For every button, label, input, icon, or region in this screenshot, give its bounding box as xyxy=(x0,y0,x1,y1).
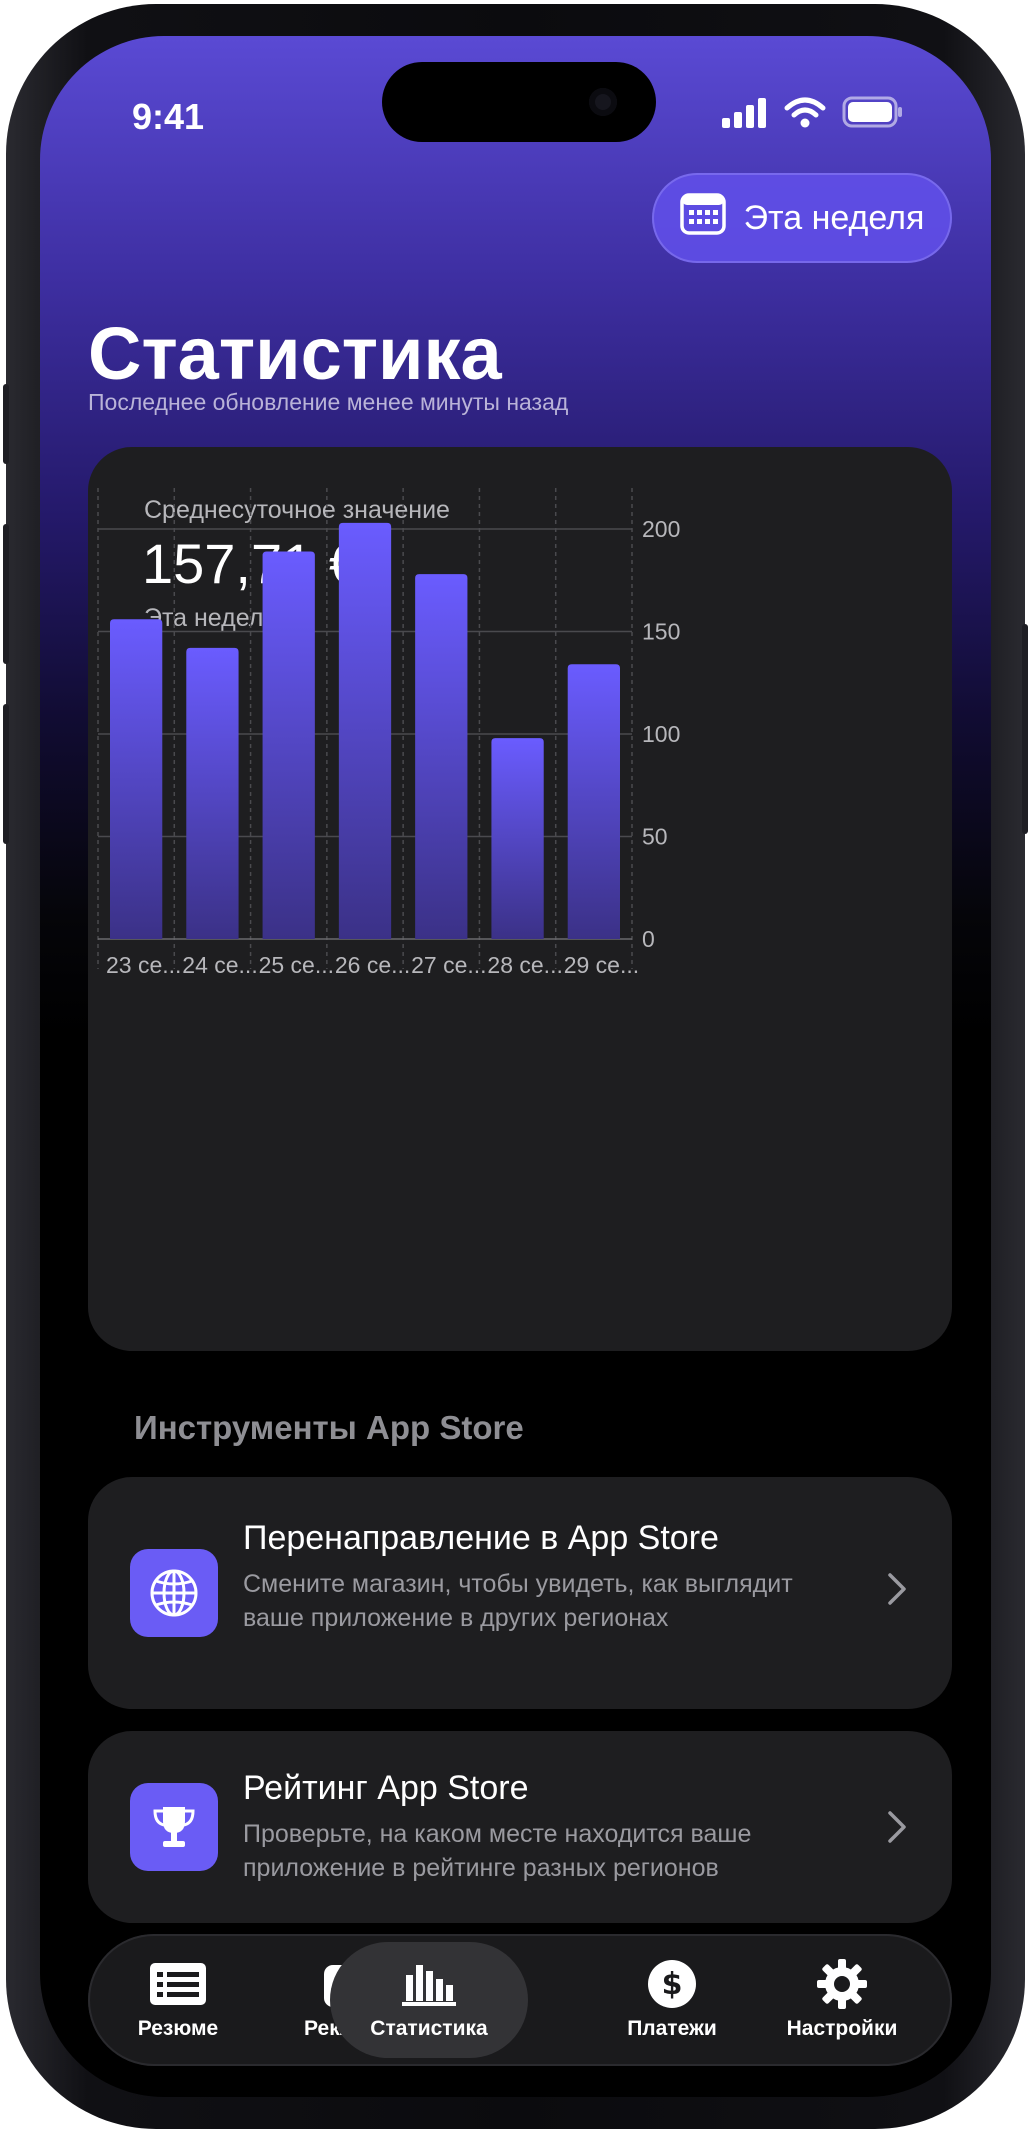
appstore-redirect-item[interactable]: Перенаправление в App Store Смените мага… xyxy=(88,1477,952,1709)
tab-label: Платежи xyxy=(627,2017,717,2040)
power-button xyxy=(1022,624,1028,834)
daily-revenue-chart: 0 50 100 150 200 23 се... 24 се... 25 се... 26 с… xyxy=(97,488,680,978)
bar xyxy=(338,522,392,939)
y-tick-label: 150 xyxy=(642,619,680,645)
dollar-icon: $ xyxy=(647,1959,697,2009)
trophy-icon xyxy=(130,1783,218,1871)
x-tick-label: 23 се... xyxy=(106,952,181,978)
bar xyxy=(567,664,620,939)
x-tick-label: 27 се... xyxy=(411,952,486,978)
chevron-right-icon xyxy=(886,1571,908,1612)
tab-bar: Резюме Реклама xyxy=(88,1934,952,2066)
gear-icon xyxy=(816,1959,868,2009)
bar xyxy=(262,551,315,939)
tool-title: Перенаправление в App Store xyxy=(243,1519,719,1557)
x-tick-label: 25 се... xyxy=(259,952,334,978)
tab-label: Настройки xyxy=(786,2017,898,2040)
mute-switch xyxy=(3,384,9,464)
volume-down-button xyxy=(3,704,9,844)
phone-frame: 9:41 Эта неделя Статистика Последнее обн… xyxy=(3,4,1028,2129)
x-tick-label: 24 се... xyxy=(182,952,257,978)
bar-chart-icon xyxy=(402,1959,456,2009)
tools-section-title: Инструменты App Store xyxy=(134,1409,524,1446)
y-tick-label: 0 xyxy=(642,926,655,952)
svg-text:$: $ xyxy=(662,1967,683,2002)
bar xyxy=(186,647,239,939)
screen: 9:41 Эта неделя Статистика Последнее обн… xyxy=(40,36,991,2097)
tool-description: Смените магазин, чтобы увидеть, как выгл… xyxy=(243,1570,793,1632)
list-icon xyxy=(149,1959,207,2009)
tool-title: Рейтинг App Store xyxy=(243,1769,529,1807)
volume-up-button xyxy=(3,524,9,664)
tab-label: Статистика xyxy=(370,2017,488,2040)
bar xyxy=(415,574,468,939)
bar xyxy=(491,738,544,939)
appstore-rating-item[interactable]: Рейтинг App Store Проверьте, на каком ме… xyxy=(88,1731,952,1923)
tab-statistics[interactable]: Статистика xyxy=(330,1942,528,2058)
bar xyxy=(110,619,163,939)
tab-settings[interactable]: Настройки xyxy=(752,1934,932,2066)
tab-payments[interactable]: $ Платежи xyxy=(582,1934,762,2066)
chevron-right-icon xyxy=(886,1809,908,1850)
x-tick-label: 29 се... xyxy=(564,952,639,978)
globe-icon xyxy=(130,1549,218,1637)
tool-description: Проверьте, на каком месте находится ваше… xyxy=(243,1820,752,1882)
x-tick-label: 26 се... xyxy=(335,952,410,978)
tab-summary[interactable]: Резюме xyxy=(88,1934,268,2066)
y-tick-label: 50 xyxy=(642,824,668,850)
tab-label: Резюме xyxy=(137,2017,219,2040)
y-tick-label: 200 xyxy=(642,516,680,542)
y-tick-label: 100 xyxy=(642,721,680,747)
x-tick-label: 28 се... xyxy=(487,952,562,978)
